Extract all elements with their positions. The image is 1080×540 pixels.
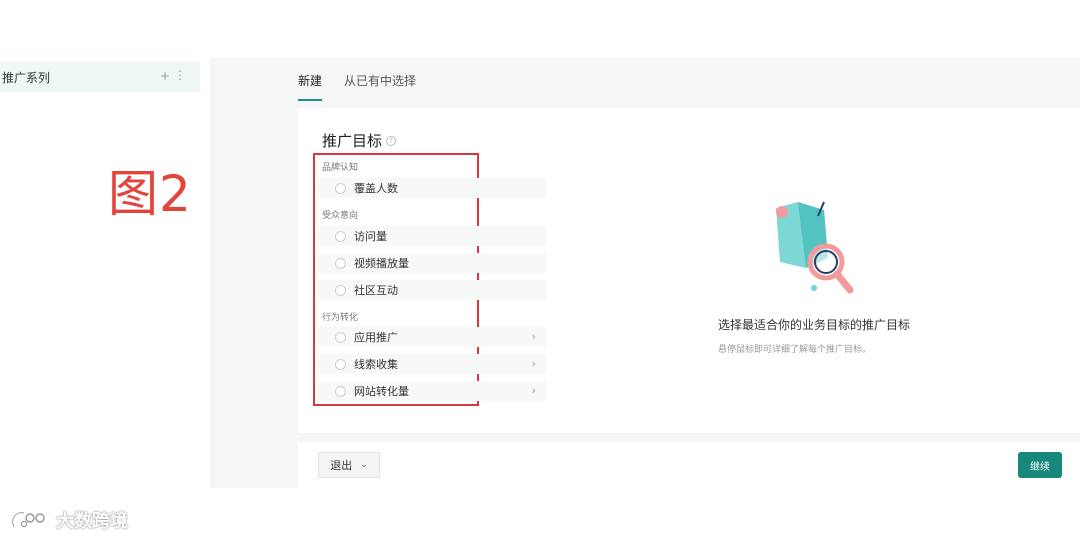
group-label-consideration: 受众意向 xyxy=(322,211,359,221)
radio-button[interactable] xyxy=(335,284,346,296)
tab-choose-existing[interactable]: 从已有中选择 xyxy=(344,72,416,101)
map-search-icon xyxy=(776,201,854,294)
chevron-down-icon: ⌄ xyxy=(360,460,368,470)
watermark: 大数跨境 xyxy=(10,507,128,533)
radio-button[interactable] xyxy=(335,385,346,397)
radio-button[interactable] xyxy=(335,257,346,269)
option-community-interaction[interactable]: 社区互动 xyxy=(318,280,546,300)
option-video-views[interactable]: 视频播放量 xyxy=(318,253,546,273)
option-lead-generation[interactable]: 线索收集 › xyxy=(318,354,546,374)
option-label: 视频播放量 xyxy=(354,257,409,270)
figure-label: 图2 xyxy=(108,165,192,223)
watermark-text: 大数跨境 xyxy=(56,511,128,532)
objective-card: 推广目标 ? 品牌认知 覆盖人数 受众意向 访问量 视频播放量 社区互动 行为转… xyxy=(298,108,1080,433)
tab-new[interactable]: 新建 xyxy=(298,72,323,101)
card-title-text: 推广目标 xyxy=(322,132,383,150)
option-label: 网站转化量 xyxy=(354,385,409,398)
help-icon[interactable]: ? xyxy=(386,135,397,146)
option-website-conversions[interactable]: 网站转化量 › xyxy=(318,381,546,401)
more-icon[interactable]: ⋮ xyxy=(174,68,186,82)
option-label: 应用推广 xyxy=(354,331,398,344)
radio-button[interactable] xyxy=(335,182,346,194)
option-traffic[interactable]: 访问量 xyxy=(318,226,546,246)
campaign-series-panel: 推广系列 + ⋮ xyxy=(0,58,210,488)
radio-button[interactable] xyxy=(335,358,346,370)
option-app-promotion[interactable]: 应用推广 › xyxy=(318,327,546,347)
chevron-right-icon: › xyxy=(531,357,536,370)
group-label-conversion: 行为转化 xyxy=(322,313,359,323)
card-title: 推广目标 ? xyxy=(322,130,397,151)
exit-label: 退出 xyxy=(330,459,353,472)
main-area: 新建 从已有中选择 推广目标 ? 品牌认知 覆盖人数 受众意向 访问量 视频播放… xyxy=(210,58,1080,488)
continue-button[interactable]: 继续 xyxy=(1018,452,1062,478)
tab-bar: 新建 从已有中选择 xyxy=(298,72,416,101)
add-icon[interactable]: + xyxy=(160,69,170,83)
option-label: 社区互动 xyxy=(354,284,398,297)
group-label-brand-awareness: 品牌认知 xyxy=(322,163,359,173)
empty-state-subtitle: 悬停鼠标即可详细了解每个推广目标。 xyxy=(718,345,872,355)
footer-bar: 退出 ⌄ 继续 xyxy=(298,442,1080,488)
series-item[interactable]: 推广系列 + ⋮ xyxy=(0,62,200,92)
chevron-right-icon: › xyxy=(531,330,536,343)
option-label: 覆盖人数 xyxy=(354,182,398,195)
series-label: 推广系列 xyxy=(2,70,51,85)
option-reach[interactable]: 覆盖人数 xyxy=(318,178,546,198)
chevron-right-icon: › xyxy=(531,384,536,397)
exit-button[interactable]: 退出 ⌄ xyxy=(318,452,380,478)
empty-state-title: 选择最适合你的业务目标的推广目标 xyxy=(718,318,911,332)
watermark-logo-icon xyxy=(11,511,45,528)
radio-button[interactable] xyxy=(335,230,346,242)
radio-button[interactable] xyxy=(335,331,346,343)
option-label: 访问量 xyxy=(354,230,387,243)
option-label: 线索收集 xyxy=(354,358,398,371)
